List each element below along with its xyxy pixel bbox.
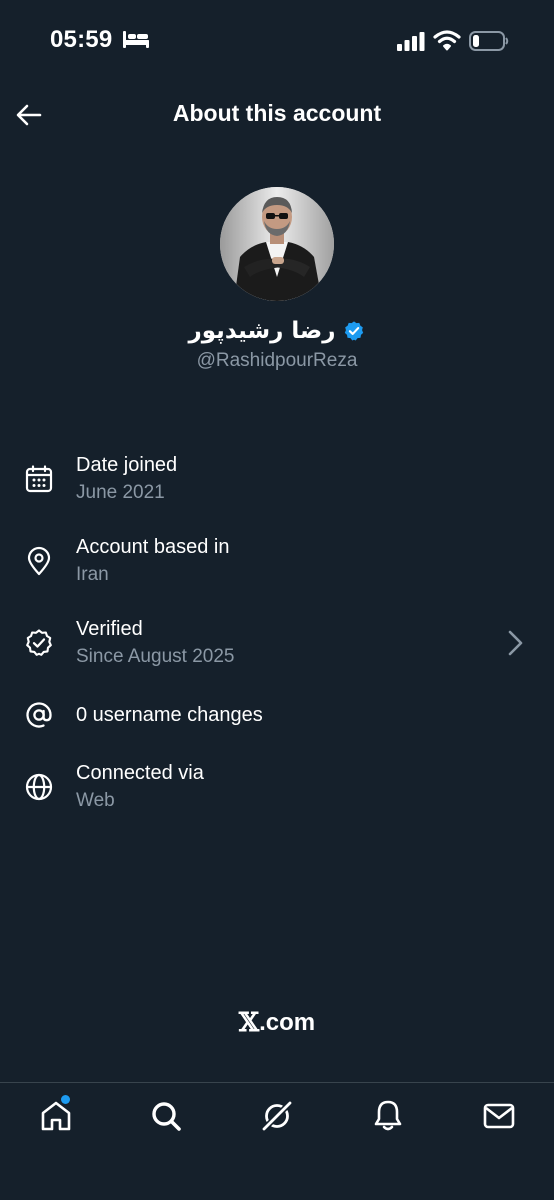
verified-row[interactable]: Verified Since August 2025 [0, 614, 554, 674]
grok-icon[interactable] [259, 1098, 295, 1134]
status-time: 05:59 [50, 26, 113, 53]
notifications-icon[interactable] [370, 1098, 406, 1134]
date-joined-row: Date joined June 2021 [0, 450, 554, 510]
home-icon[interactable] [38, 1098, 74, 1134]
sleep-bed-icon [123, 31, 149, 48]
calendar-icon [25, 465, 53, 493]
at-sign-icon [26, 702, 52, 728]
username-changes-label: 0 username changes [76, 704, 263, 726]
connected-via-label: Connected via [76, 762, 204, 784]
battery-icon [469, 31, 509, 51]
avatar[interactable] [220, 187, 334, 301]
username-changes-row: 0 username changes [0, 698, 554, 734]
messages-icon[interactable] [481, 1098, 517, 1134]
wifi-icon [433, 30, 461, 51]
home-notification-dot [61, 1095, 70, 1104]
date-joined-label: Date joined [76, 454, 178, 476]
connected-via-value: Web [76, 790, 115, 811]
verified-check-icon [26, 629, 52, 656]
chevron-right-icon [508, 630, 523, 656]
date-joined-value: June 2021 [76, 482, 165, 503]
verified-label: Verified [76, 618, 143, 640]
verified-badge-icon [345, 321, 364, 341]
display-name: رضا رشیدپور [188, 318, 336, 344]
search-icon[interactable] [148, 1098, 184, 1134]
account-based-row: Account based in Iran [0, 532, 554, 592]
cellular-signal-icon [397, 32, 425, 51]
verified-value: Since August 2025 [76, 646, 235, 667]
page-title: About this account [172, 100, 382, 126]
bottom-nav-divider [0, 1082, 554, 1083]
display-name-row: رضا رشیدپور [0, 318, 554, 344]
globe-icon [25, 773, 53, 801]
account-based-label: Account based in [76, 536, 230, 558]
x-com-suffix: .com [259, 1009, 316, 1036]
connected-via-row: Connected via Web [0, 758, 554, 818]
x-logo-mark: 𝕏 [238, 1008, 260, 1038]
account-based-value: Iran [76, 564, 109, 585]
location-pin-icon [27, 546, 51, 576]
x-com-link[interactable]: 𝕏 .com [0, 1008, 554, 1038]
account-handle: @RashidpourReza [196, 350, 358, 371]
